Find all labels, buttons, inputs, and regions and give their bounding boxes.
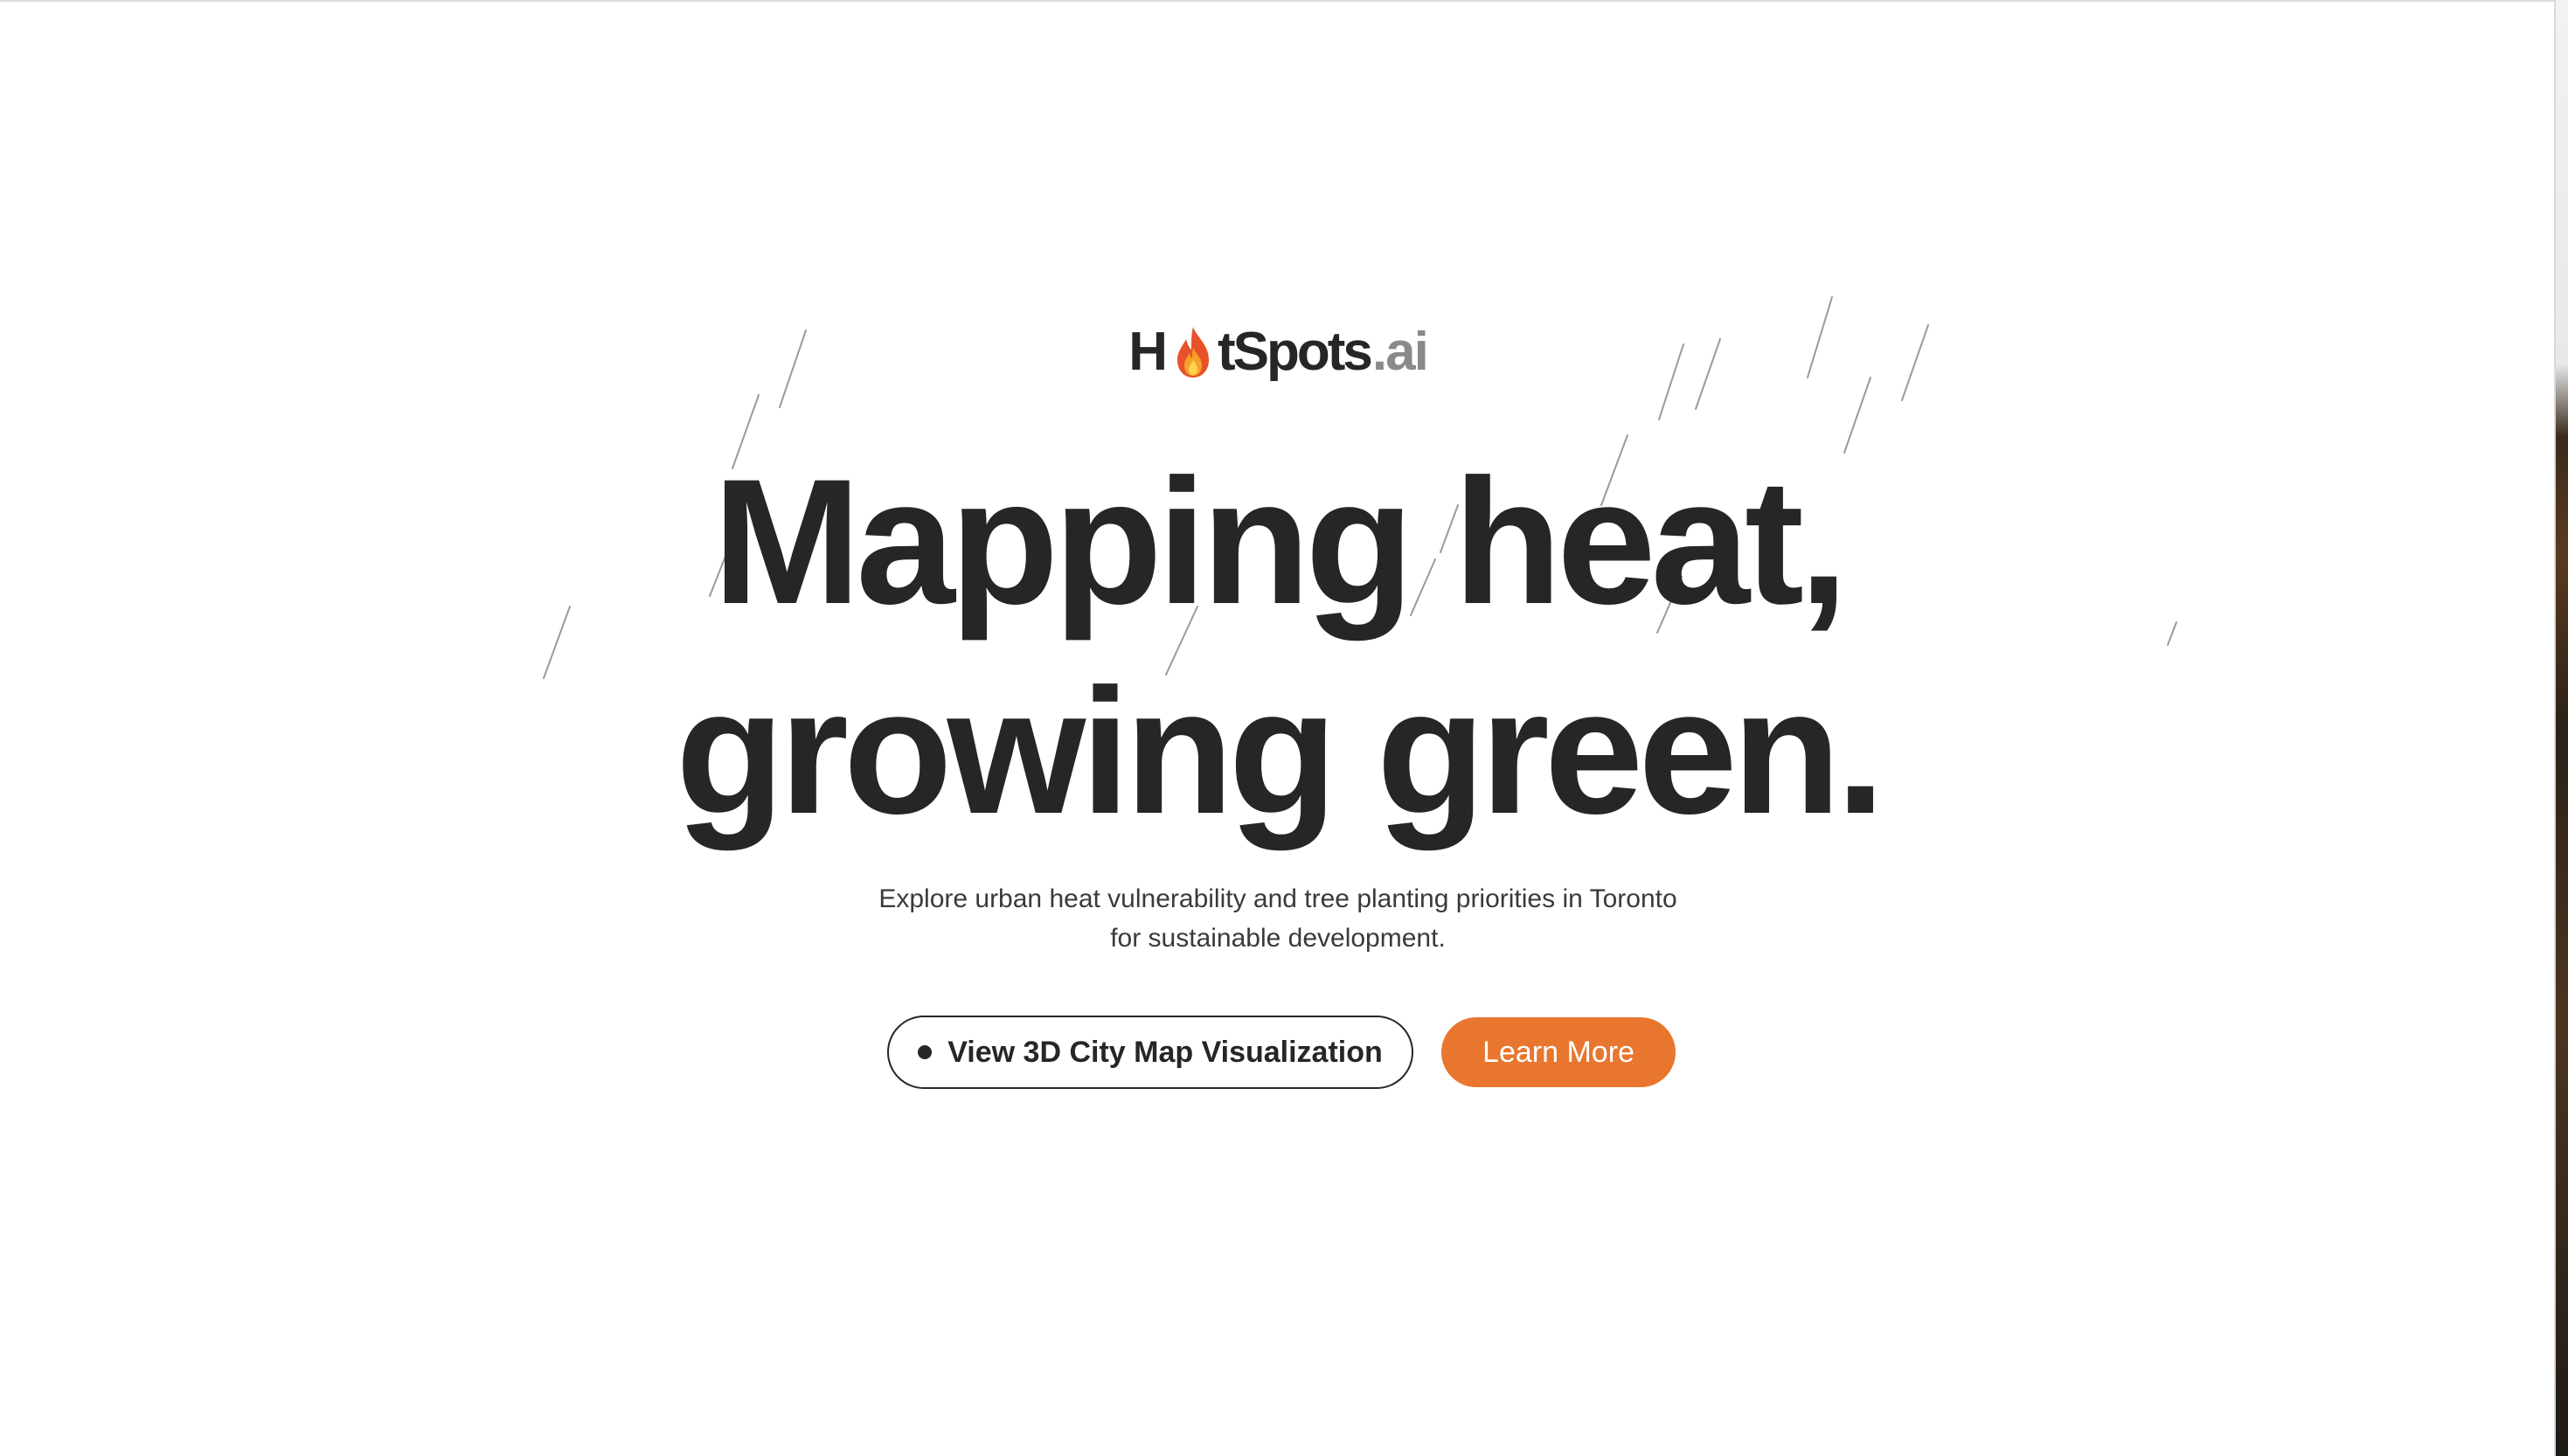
- hero-headline: Mapping heat, growing green.: [0, 437, 2556, 856]
- subtitle-line-2: for sustainable development.: [1110, 924, 1446, 953]
- learn-more-label: Learn More: [1482, 1035, 1634, 1069]
- logo-letter-h: H: [1128, 322, 1168, 382]
- fire-icon: [1176, 327, 1209, 378]
- view-3d-map-button[interactable]: View 3D City Map Visualization: [887, 1016, 1413, 1089]
- hero-subtitle: Explore urban heat vulnerability and tre…: [0, 879, 2556, 958]
- background-window-edge: [2556, 0, 2568, 1456]
- dot-icon: [918, 1045, 933, 1059]
- subtitle-line-1: Explore urban heat vulnerability and tre…: [878, 884, 1677, 913]
- logo-domain: .ai: [1371, 322, 1429, 382]
- headline-line-1: Mapping heat,: [712, 442, 1848, 641]
- hero-actions: View 3D City Map Visualization Learn Mor…: [887, 1016, 1676, 1089]
- hero-section: H tSpots .ai Mapping heat, growing green…: [0, 0, 2556, 1456]
- view-3d-map-label: View 3D City Map Visualization: [947, 1035, 1383, 1069]
- brand-logo[interactable]: H tSpots .ai: [0, 325, 2556, 379]
- headline-line-2: growing green.: [675, 652, 1885, 851]
- logo-wordmark: tSpots: [1217, 322, 1373, 382]
- learn-more-button[interactable]: Learn More: [1441, 1017, 1676, 1087]
